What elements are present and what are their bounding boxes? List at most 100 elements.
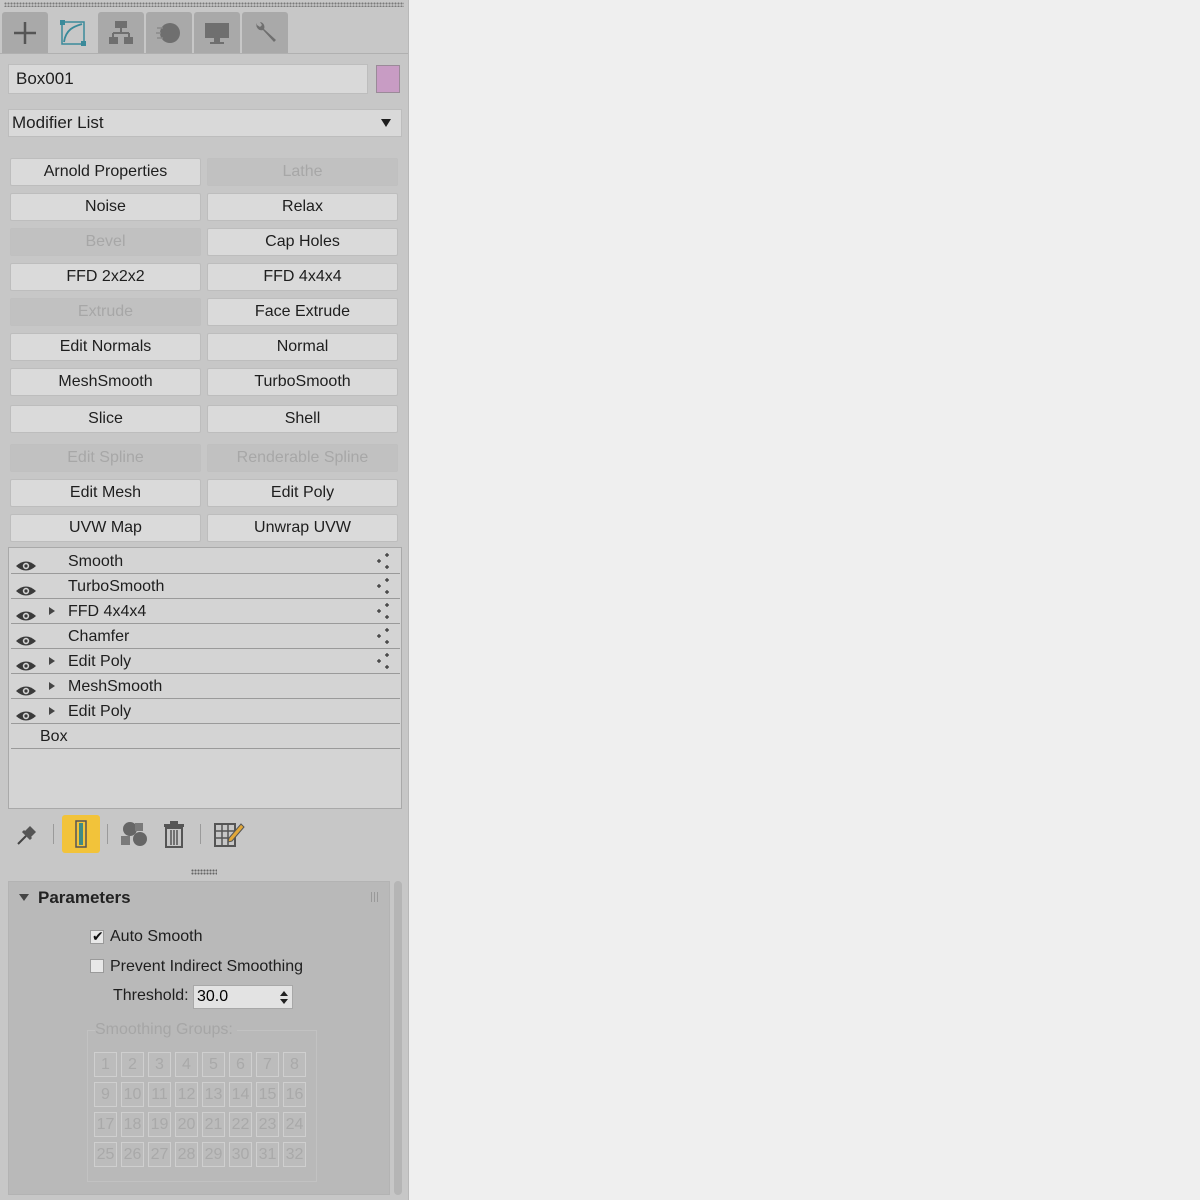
checkmark-icon: ✔ <box>92 928 104 944</box>
threshold-spinner[interactable]: 30.0 <box>193 985 293 1009</box>
modifier-button-uvw-map[interactable]: UVW Map <box>10 514 201 542</box>
toolbar-separator <box>200 824 201 844</box>
eye-icon[interactable] <box>15 605 37 621</box>
expand-arrow-icon[interactable] <box>49 707 55 715</box>
smoothing-group-button: 29 <box>202 1142 225 1167</box>
display-icon <box>205 22 229 44</box>
smoothing-group-button: 10 <box>121 1082 144 1107</box>
modifier-button-edit-poly[interactable]: Edit Poly <box>207 479 398 507</box>
smoothing-group-button: 30 <box>229 1142 252 1167</box>
smoothing-groups-label: Smoothing Groups: <box>95 1021 237 1039</box>
tab-display[interactable] <box>194 12 240 53</box>
sub-object-icon <box>375 552 393 570</box>
remove-modifier-button[interactable] <box>158 815 190 853</box>
modifier-stack-item[interactable]: FFD 4x4x4 <box>11 599 400 624</box>
modifier-button-normal[interactable]: Normal <box>207 333 398 361</box>
modifier-button-cap-holes[interactable]: Cap Holes <box>207 228 398 256</box>
modifier-button-edit-normals[interactable]: Edit Normals <box>10 333 201 361</box>
modifier-stack-item[interactable]: Smooth <box>11 549 400 574</box>
modifier-stack-item[interactable]: MeshSmooth <box>11 674 400 699</box>
modifier-stack-item[interactable]: TurboSmooth <box>11 574 400 599</box>
trash-icon <box>164 821 184 848</box>
modifier-stack-item[interactable]: Box <box>11 724 400 749</box>
motion-icon <box>156 22 180 43</box>
auto-smooth-checkbox[interactable]: ✔ <box>90 928 104 944</box>
modifier-button-relax[interactable]: Relax <box>207 193 398 221</box>
smoothing-group-button: 12 <box>175 1082 198 1107</box>
modifier-stack-item[interactable]: Edit Poly <box>11 649 400 674</box>
smoothing-group-button: 16 <box>283 1082 306 1107</box>
modifier-stack-label: Edit Poly <box>68 703 132 720</box>
pin-stack-icon <box>17 826 36 845</box>
threshold-value: 30.0 <box>197 988 229 1005</box>
smoothing-group-button: 24 <box>283 1112 306 1137</box>
spinner-down-icon[interactable] <box>280 999 288 1004</box>
collapse-arrow-icon[interactable] <box>19 894 29 901</box>
rollout-title[interactable]: Parameters <box>38 888 131 908</box>
modifier-button-edit-spline: Edit Spline <box>10 444 201 472</box>
modifier-button-arnold-properties[interactable]: Arnold Properties <box>10 158 201 186</box>
smoothing-group-button: 3 <box>148 1052 171 1077</box>
eye-icon[interactable] <box>15 555 37 571</box>
tab-divider <box>0 53 408 54</box>
eye-icon[interactable] <box>15 680 37 696</box>
modifier-button-shell[interactable]: Shell <box>207 405 398 433</box>
modifier-button-extrude: Extrude <box>10 298 201 326</box>
modifier-stack-item[interactable]: Edit Poly <box>11 699 400 724</box>
expand-arrow-icon[interactable] <box>49 682 55 690</box>
modifier-button-slice[interactable]: Slice <box>10 405 201 433</box>
show-end-result-button[interactable] <box>62 815 100 853</box>
modifier-list-label: Modifier List <box>12 113 104 132</box>
configure-modifier-sets-button[interactable] <box>209 815 247 853</box>
tab-modify[interactable] <box>50 12 96 53</box>
tab-utilities[interactable] <box>242 12 288 53</box>
parameters-scrollbar[interactable] <box>394 881 402 1195</box>
modifier-button-noise[interactable]: Noise <box>10 193 201 221</box>
panel-drag-handle[interactable] <box>4 2 404 7</box>
modifier-button-face-extrude[interactable]: Face Extrude <box>207 298 398 326</box>
smoothing-group-button: 1 <box>94 1052 117 1077</box>
modifier-button-turbosmooth[interactable]: TurboSmooth <box>207 368 398 396</box>
object-color-swatch[interactable] <box>376 65 400 93</box>
modifier-list-dropdown[interactable]: Modifier List <box>8 109 402 137</box>
object-name-field[interactable]: Box001 <box>8 64 368 94</box>
modifier-stack-label: Smooth <box>68 553 124 570</box>
show-end-result-icon <box>75 820 87 848</box>
make-unique-button[interactable] <box>116 815 152 853</box>
rollout-grip-icon[interactable] <box>371 892 379 902</box>
modifier-button-meshsmooth[interactable]: MeshSmooth <box>10 368 201 396</box>
modifier-button-ffd-2x2x2[interactable]: FFD 2x2x2 <box>10 263 201 291</box>
rollout-resize-grip[interactable] <box>191 869 217 875</box>
pin-stack-button[interactable] <box>12 815 44 853</box>
modifier-stack-label: FFD 4x4x4 <box>68 603 147 620</box>
modifier-button-edit-mesh[interactable]: Edit Mesh <box>10 479 201 507</box>
tab-hierarchy[interactable] <box>98 12 144 53</box>
tab-motion[interactable] <box>146 12 192 53</box>
smoothing-group-button: 14 <box>229 1082 252 1107</box>
smoothing-group-button: 31 <box>256 1142 279 1167</box>
smoothing-group-button: 23 <box>256 1112 279 1137</box>
eye-icon[interactable] <box>15 630 37 646</box>
expand-arrow-icon[interactable] <box>49 607 55 615</box>
eye-icon[interactable] <box>15 580 37 596</box>
modifier-button-ffd-4x4x4[interactable]: FFD 4x4x4 <box>207 263 398 291</box>
modifier-button-unwrap-uvw[interactable]: Unwrap UVW <box>207 514 398 542</box>
modifier-stack-label: Chamfer <box>68 628 130 645</box>
modifier-stack-label: TurboSmooth <box>68 578 165 595</box>
modifier-stack-item[interactable]: Chamfer <box>11 624 400 649</box>
eye-icon[interactable] <box>15 705 37 721</box>
modifier-stack-label: Box <box>40 728 68 745</box>
utilities-icon <box>256 21 276 42</box>
modifier-button-renderable-spline: Renderable Spline <box>207 444 398 472</box>
make-unique-icon <box>121 822 147 846</box>
modifier-stack-label: Edit Poly <box>68 653 132 670</box>
prevent-indirect-smoothing-checkbox[interactable] <box>90 959 104 973</box>
sub-object-icon <box>375 652 393 670</box>
tab-create[interactable] <box>2 12 48 53</box>
spinner-up-icon[interactable] <box>280 991 288 996</box>
expand-arrow-icon[interactable] <box>49 657 55 665</box>
command-panel-tabs <box>2 12 290 54</box>
eye-icon[interactable] <box>15 655 37 671</box>
smoothing-group-button: 17 <box>94 1112 117 1137</box>
prevent-indirect-smoothing-label: Prevent Indirect Smoothing <box>110 958 303 975</box>
